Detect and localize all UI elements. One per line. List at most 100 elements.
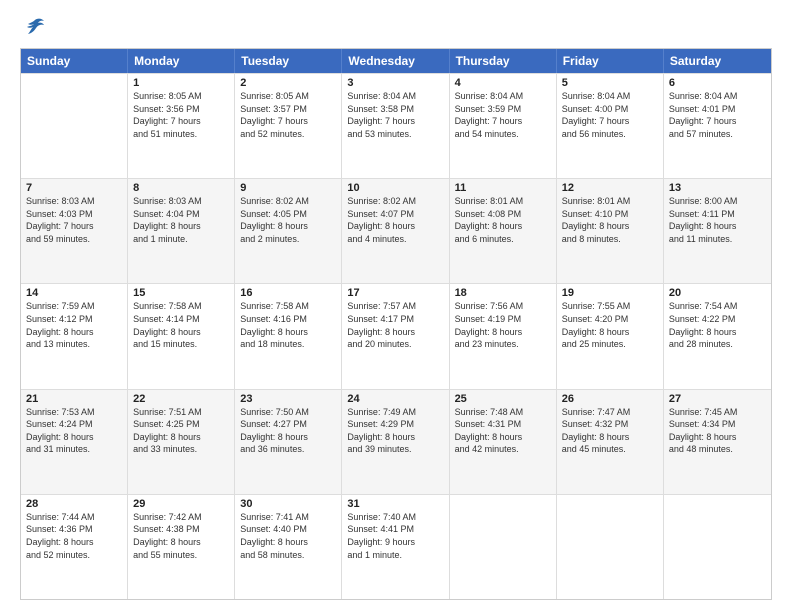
- calendar-cell: 23Sunrise: 7:50 AM Sunset: 4:27 PM Dayli…: [235, 390, 342, 494]
- cell-content: Sunrise: 8:01 AM Sunset: 4:10 PM Dayligh…: [562, 195, 658, 245]
- header: [20, 16, 772, 38]
- day-number: 12: [562, 182, 658, 194]
- calendar-cell: 7Sunrise: 8:03 AM Sunset: 4:03 PM Daylig…: [21, 179, 128, 283]
- cell-content: Sunrise: 8:01 AM Sunset: 4:08 PM Dayligh…: [455, 195, 551, 245]
- day-number: 13: [669, 182, 766, 194]
- day-number: 19: [562, 287, 658, 299]
- day-number: 10: [347, 182, 443, 194]
- calendar-cell: 21Sunrise: 7:53 AM Sunset: 4:24 PM Dayli…: [21, 390, 128, 494]
- calendar-cell: 20Sunrise: 7:54 AM Sunset: 4:22 PM Dayli…: [664, 284, 771, 388]
- cell-content: Sunrise: 8:05 AM Sunset: 3:56 PM Dayligh…: [133, 90, 229, 140]
- cell-content: Sunrise: 7:50 AM Sunset: 4:27 PM Dayligh…: [240, 406, 336, 456]
- cell-content: Sunrise: 7:55 AM Sunset: 4:20 PM Dayligh…: [562, 300, 658, 350]
- calendar-cell: [664, 495, 771, 599]
- day-header-saturday: Saturday: [664, 49, 771, 73]
- cell-content: Sunrise: 8:02 AM Sunset: 4:07 PM Dayligh…: [347, 195, 443, 245]
- day-number: 21: [26, 393, 122, 405]
- cell-content: Sunrise: 7:42 AM Sunset: 4:38 PM Dayligh…: [133, 511, 229, 561]
- cell-content: Sunrise: 8:05 AM Sunset: 3:57 PM Dayligh…: [240, 90, 336, 140]
- cell-content: Sunrise: 7:57 AM Sunset: 4:17 PM Dayligh…: [347, 300, 443, 350]
- cell-content: Sunrise: 7:48 AM Sunset: 4:31 PM Dayligh…: [455, 406, 551, 456]
- calendar-cell: 31Sunrise: 7:40 AM Sunset: 4:41 PM Dayli…: [342, 495, 449, 599]
- calendar-cell: 9Sunrise: 8:02 AM Sunset: 4:05 PM Daylig…: [235, 179, 342, 283]
- day-header-sunday: Sunday: [21, 49, 128, 73]
- cell-content: Sunrise: 7:51 AM Sunset: 4:25 PM Dayligh…: [133, 406, 229, 456]
- day-header-wednesday: Wednesday: [342, 49, 449, 73]
- calendar-cell: 16Sunrise: 7:58 AM Sunset: 4:16 PM Dayli…: [235, 284, 342, 388]
- calendar-cell: 6Sunrise: 8:04 AM Sunset: 4:01 PM Daylig…: [664, 74, 771, 178]
- cell-content: Sunrise: 8:04 AM Sunset: 3:58 PM Dayligh…: [347, 90, 443, 140]
- day-number: 25: [455, 393, 551, 405]
- cell-content: Sunrise: 7:59 AM Sunset: 4:12 PM Dayligh…: [26, 300, 122, 350]
- cell-content: Sunrise: 7:56 AM Sunset: 4:19 PM Dayligh…: [455, 300, 551, 350]
- day-number: 7: [26, 182, 122, 194]
- day-number: 18: [455, 287, 551, 299]
- calendar-cell: 4Sunrise: 8:04 AM Sunset: 3:59 PM Daylig…: [450, 74, 557, 178]
- day-number: 8: [133, 182, 229, 194]
- calendar-cell: 11Sunrise: 8:01 AM Sunset: 4:08 PM Dayli…: [450, 179, 557, 283]
- calendar-week-5: 28Sunrise: 7:44 AM Sunset: 4:36 PM Dayli…: [21, 494, 771, 599]
- cell-content: Sunrise: 7:47 AM Sunset: 4:32 PM Dayligh…: [562, 406, 658, 456]
- calendar-cell: 28Sunrise: 7:44 AM Sunset: 4:36 PM Dayli…: [21, 495, 128, 599]
- calendar-week-1: 1Sunrise: 8:05 AM Sunset: 3:56 PM Daylig…: [21, 73, 771, 178]
- cell-content: Sunrise: 8:00 AM Sunset: 4:11 PM Dayligh…: [669, 195, 766, 245]
- day-number: 5: [562, 77, 658, 89]
- calendar-cell: 10Sunrise: 8:02 AM Sunset: 4:07 PM Dayli…: [342, 179, 449, 283]
- calendar-cell: 27Sunrise: 7:45 AM Sunset: 4:34 PM Dayli…: [664, 390, 771, 494]
- day-header-friday: Friday: [557, 49, 664, 73]
- cell-content: Sunrise: 7:45 AM Sunset: 4:34 PM Dayligh…: [669, 406, 766, 456]
- day-number: 14: [26, 287, 122, 299]
- cell-content: Sunrise: 7:54 AM Sunset: 4:22 PM Dayligh…: [669, 300, 766, 350]
- day-number: 31: [347, 498, 443, 510]
- calendar: SundayMondayTuesdayWednesdayThursdayFrid…: [20, 48, 772, 600]
- cell-content: Sunrise: 8:04 AM Sunset: 3:59 PM Dayligh…: [455, 90, 551, 140]
- cell-content: Sunrise: 7:49 AM Sunset: 4:29 PM Dayligh…: [347, 406, 443, 456]
- day-number: 28: [26, 498, 122, 510]
- calendar-cell: 25Sunrise: 7:48 AM Sunset: 4:31 PM Dayli…: [450, 390, 557, 494]
- day-number: 4: [455, 77, 551, 89]
- cell-content: Sunrise: 8:03 AM Sunset: 4:04 PM Dayligh…: [133, 195, 229, 245]
- day-header-monday: Monday: [128, 49, 235, 73]
- day-number: 20: [669, 287, 766, 299]
- day-number: 30: [240, 498, 336, 510]
- cell-content: Sunrise: 8:03 AM Sunset: 4:03 PM Dayligh…: [26, 195, 122, 245]
- calendar-cell: [21, 74, 128, 178]
- calendar-header: SundayMondayTuesdayWednesdayThursdayFrid…: [21, 49, 771, 73]
- calendar-cell: 1Sunrise: 8:05 AM Sunset: 3:56 PM Daylig…: [128, 74, 235, 178]
- calendar-cell: 24Sunrise: 7:49 AM Sunset: 4:29 PM Dayli…: [342, 390, 449, 494]
- calendar-cell: 17Sunrise: 7:57 AM Sunset: 4:17 PM Dayli…: [342, 284, 449, 388]
- cell-content: Sunrise: 8:02 AM Sunset: 4:05 PM Dayligh…: [240, 195, 336, 245]
- day-number: 11: [455, 182, 551, 194]
- page: SundayMondayTuesdayWednesdayThursdayFrid…: [0, 0, 792, 612]
- calendar-cell: 30Sunrise: 7:41 AM Sunset: 4:40 PM Dayli…: [235, 495, 342, 599]
- cell-content: Sunrise: 7:58 AM Sunset: 4:14 PM Dayligh…: [133, 300, 229, 350]
- calendar-cell: 13Sunrise: 8:00 AM Sunset: 4:11 PM Dayli…: [664, 179, 771, 283]
- calendar-cell: 5Sunrise: 8:04 AM Sunset: 4:00 PM Daylig…: [557, 74, 664, 178]
- cell-content: Sunrise: 7:44 AM Sunset: 4:36 PM Dayligh…: [26, 511, 122, 561]
- day-number: 27: [669, 393, 766, 405]
- calendar-cell: 2Sunrise: 8:05 AM Sunset: 3:57 PM Daylig…: [235, 74, 342, 178]
- day-header-thursday: Thursday: [450, 49, 557, 73]
- day-number: 1: [133, 77, 229, 89]
- cell-content: Sunrise: 8:04 AM Sunset: 4:00 PM Dayligh…: [562, 90, 658, 140]
- calendar-cell: 15Sunrise: 7:58 AM Sunset: 4:14 PM Dayli…: [128, 284, 235, 388]
- day-number: 29: [133, 498, 229, 510]
- calendar-week-4: 21Sunrise: 7:53 AM Sunset: 4:24 PM Dayli…: [21, 389, 771, 494]
- cell-content: Sunrise: 7:53 AM Sunset: 4:24 PM Dayligh…: [26, 406, 122, 456]
- calendar-week-3: 14Sunrise: 7:59 AM Sunset: 4:12 PM Dayli…: [21, 283, 771, 388]
- day-number: 3: [347, 77, 443, 89]
- calendar-body: 1Sunrise: 8:05 AM Sunset: 3:56 PM Daylig…: [21, 73, 771, 599]
- calendar-cell: 12Sunrise: 8:01 AM Sunset: 4:10 PM Dayli…: [557, 179, 664, 283]
- calendar-cell: 3Sunrise: 8:04 AM Sunset: 3:58 PM Daylig…: [342, 74, 449, 178]
- day-number: 2: [240, 77, 336, 89]
- day-number: 16: [240, 287, 336, 299]
- cell-content: Sunrise: 7:41 AM Sunset: 4:40 PM Dayligh…: [240, 511, 336, 561]
- day-number: 26: [562, 393, 658, 405]
- calendar-cell: 19Sunrise: 7:55 AM Sunset: 4:20 PM Dayli…: [557, 284, 664, 388]
- calendar-cell: 26Sunrise: 7:47 AM Sunset: 4:32 PM Dayli…: [557, 390, 664, 494]
- calendar-cell: [557, 495, 664, 599]
- cell-content: Sunrise: 7:40 AM Sunset: 4:41 PM Dayligh…: [347, 511, 443, 561]
- day-number: 23: [240, 393, 336, 405]
- day-number: 24: [347, 393, 443, 405]
- calendar-cell: 29Sunrise: 7:42 AM Sunset: 4:38 PM Dayli…: [128, 495, 235, 599]
